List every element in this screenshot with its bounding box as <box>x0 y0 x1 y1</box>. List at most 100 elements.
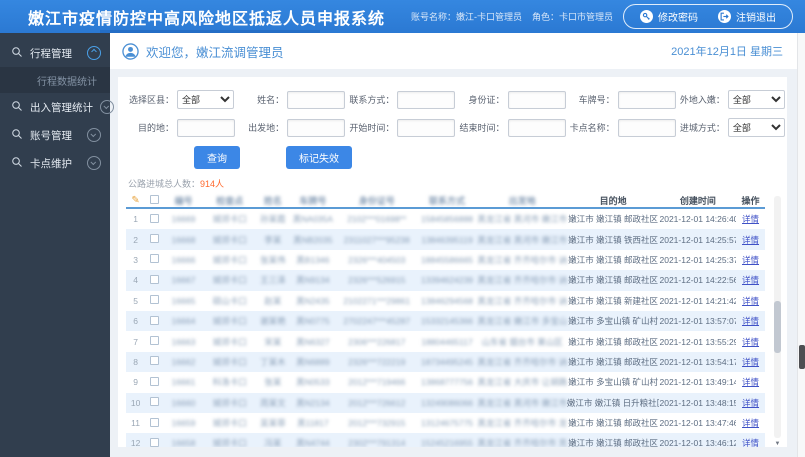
filter-select[interactable]: 全部 <box>727 118 785 137</box>
row-checkbox[interactable] <box>150 295 160 305</box>
row-checkbox[interactable] <box>150 417 160 427</box>
cell-operation: 详情 <box>736 397 765 409</box>
total-count-line: 公路进城总人数：914人 <box>128 177 787 190</box>
detail-link[interactable]: 详情 <box>742 438 759 447</box>
filter-input[interactable] <box>507 118 566 137</box>
mark-invalid-button[interactable]: 标记失效 <box>286 146 352 169</box>
detail-link[interactable]: 详情 <box>742 377 759 387</box>
row-checkbox[interactable] <box>150 315 160 325</box>
cell-checkpoint: 城郊卡口 <box>212 214 247 225</box>
logout-icon <box>718 10 731 23</box>
detail-link[interactable]: 详情 <box>742 418 759 428</box>
logout-button[interactable]: 注销退出 <box>718 9 776 24</box>
chevron-down-icon[interactable] <box>87 156 101 170</box>
chevron-glyph <box>103 103 110 110</box>
cell-origin: 黑龙江省 大庆市 让胡路区 <box>477 377 567 388</box>
sidebar-item-2[interactable]: 出入管理统计 <box>0 93 114 121</box>
row-checkbox[interactable] <box>150 274 160 284</box>
cell-name: 张某 <box>264 377 282 388</box>
cell-plate: 黑B1346 <box>296 254 330 265</box>
chevron-up-icon[interactable] <box>87 46 101 60</box>
detail-link[interactable]: 详情 <box>742 214 759 224</box>
cell-destination: 嫩江市 嫩江镇 铁西社区 <box>568 234 659 245</box>
sidebar-item-label: 出入管理统计 <box>30 101 93 114</box>
table-row: 4 16667 城郊卡口 王三泽 黑N9134 2326***526915 13394624… <box>126 270 765 291</box>
row-checkbox[interactable] <box>150 397 160 407</box>
cell-destination: 嫩江市 嫩江镇 邮政社区 <box>568 356 659 367</box>
cell-name: 吴某菲 <box>260 418 286 429</box>
detail-link[interactable]: 详情 <box>742 337 759 347</box>
page-scrollbar-thumb[interactable] <box>799 345 805 369</box>
sidebar-item-3[interactable]: 账号管理 <box>0 121 110 149</box>
row-checkbox[interactable] <box>150 376 160 386</box>
cell-id: 16658 <box>171 438 196 447</box>
change-password-button[interactable]: 修改密码 <box>640 9 698 24</box>
detail-link[interactable]: 详情 <box>742 235 759 245</box>
cell-operation: 详情 <box>736 274 765 286</box>
cell-origin: 黑龙江省 齐齐哈尔市 讷河市 <box>477 275 567 286</box>
cell-checkpoint: 砚山卡口 <box>212 295 247 306</box>
col-header-name: 姓名 <box>263 196 282 206</box>
filter-input[interactable] <box>397 118 456 137</box>
scrollbar-down-arrow-icon[interactable]: ▼ <box>774 441 781 447</box>
row-checkbox[interactable] <box>150 254 160 264</box>
cell-created-time: 2021-12-01 13:57:07 <box>659 316 737 327</box>
filter-input[interactable] <box>617 118 676 137</box>
cell-checkpoint: 科洛卡口 <box>212 377 247 388</box>
cell-name: 宋某 <box>264 336 282 347</box>
table-row: 7 16663 城郊卡口 宋某 黑N6327 2306***226817 188044651… <box>126 331 765 351</box>
detail-link[interactable]: 详情 <box>742 255 759 265</box>
row-checkbox-cell <box>145 213 164 225</box>
filter-select[interactable]: 全部 <box>727 90 785 109</box>
cell-id: 16662 <box>171 356 196 367</box>
filter-input[interactable] <box>287 90 346 109</box>
welcome-left: 欢迎您，嫩江流调管理员 <box>122 42 284 61</box>
detail-link[interactable]: 详情 <box>742 275 759 285</box>
filter-input[interactable] <box>287 118 346 137</box>
filter-input[interactable] <box>507 90 566 109</box>
cell-name: 冯某 <box>264 438 282 447</box>
row-checkbox-cell <box>145 295 164 306</box>
sidebar-item-4[interactable]: 卡点维护 <box>0 149 110 177</box>
detail-link[interactable]: 详情 <box>742 398 759 408</box>
cell-checkpoint: 城郊卡口 <box>212 438 247 447</box>
cell-operation: 详情 <box>736 315 765 327</box>
edit-pencil-icon[interactable]: ✎ <box>126 195 145 206</box>
cell-operation: 详情 <box>736 356 765 368</box>
cell-plate: 黑NA035A <box>292 214 333 225</box>
detail-link[interactable]: 详情 <box>742 316 759 326</box>
sidebar-item-1[interactable]: 行程管理 <box>0 39 110 67</box>
table-scrollbar-thumb[interactable] <box>774 301 781 353</box>
table-scrollbar[interactable]: ▼ <box>774 196 781 447</box>
cell-destination: 嫩江市 嫩江镇 新建社区 <box>568 295 659 306</box>
query-button[interactable]: 查询 <box>194 146 240 169</box>
row-checkbox-cell <box>145 417 164 429</box>
filter-input[interactable] <box>617 90 676 109</box>
page-scrollbar[interactable] <box>797 33 805 457</box>
filter-input[interactable] <box>397 90 456 109</box>
filter-input[interactable] <box>177 118 235 137</box>
cell-created-time: 2021-12-01 14:26:40 <box>659 214 737 225</box>
detail-link[interactable]: 详情 <box>742 357 759 367</box>
row-checkbox[interactable] <box>150 437 160 447</box>
sidebar-subitem-trip-statistics[interactable]: 行程数据统计 <box>0 67 110 93</box>
cell-plate: 黑N4744 <box>296 438 330 447</box>
detail-link[interactable]: 详情 <box>742 296 759 306</box>
table-header-row: ✎ 编号 检查点 姓名 车牌号 身份证号 联系方式 出发地 目的地 创建时间 操… <box>126 194 765 209</box>
row-number: 9 <box>133 377 138 388</box>
cell-idcard: 2326***526915 <box>348 275 406 286</box>
select-all-checkbox[interactable] <box>150 195 160 204</box>
row-checkbox[interactable] <box>150 356 160 366</box>
row-checkbox[interactable] <box>150 336 160 346</box>
col-header-checkpoint: 检查点 <box>216 196 244 206</box>
cell-origin: 黑龙江省 黑河市 嫩江市 <box>477 234 567 245</box>
row-checkbox[interactable] <box>150 234 160 244</box>
filter-select[interactable]: 全部 <box>177 90 234 109</box>
cell-plate: 黑NB2035 <box>293 234 333 245</box>
row-checkbox[interactable] <box>150 213 160 223</box>
chevron-down-icon[interactable] <box>87 128 101 142</box>
cell-checkpoint: 城郊卡口 <box>212 336 247 347</box>
cell-destination: 嫩江市 嫩江镇 邮政社区 <box>568 275 659 286</box>
cell-phone: 13846395119 <box>421 234 473 245</box>
table-body: 1 16669 城郊卡口 孙某霞 黑NA035A 2102***01698** 158458… <box>126 209 765 447</box>
